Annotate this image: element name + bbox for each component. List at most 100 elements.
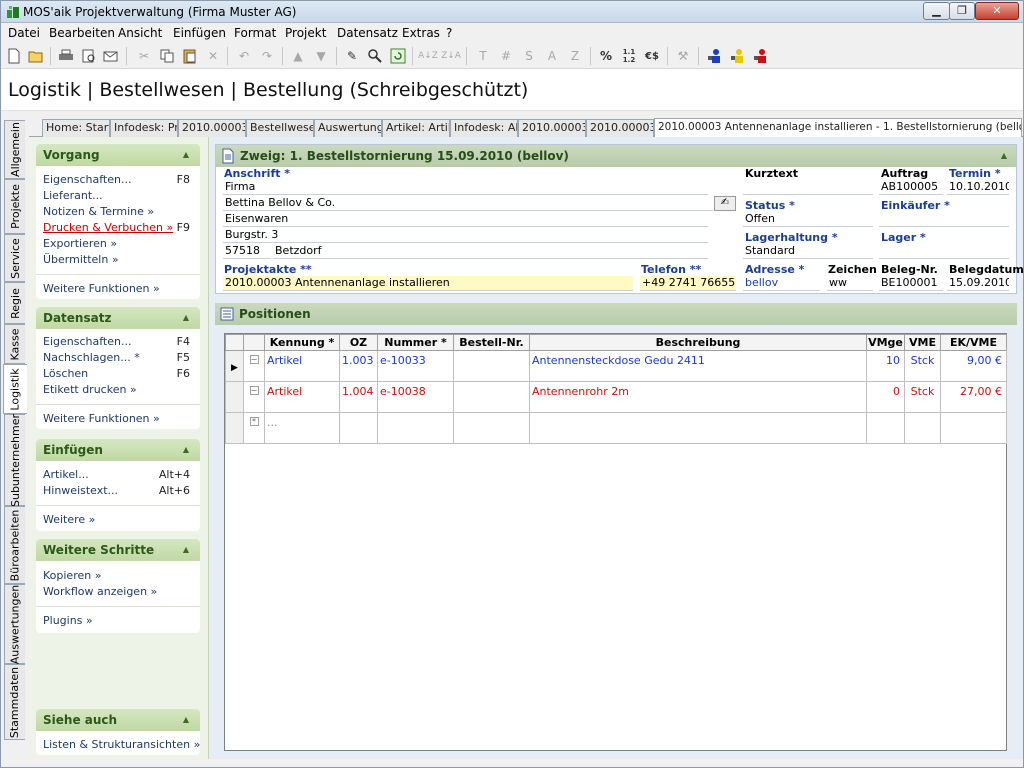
cell-empty[interactable] (866, 412, 905, 444)
column-oz[interactable]: OZ (339, 334, 378, 351)
maximize-button[interactable]: ❐ (949, 2, 975, 20)
action-kopieren[interactable]: Kopieren » (36, 568, 200, 584)
print-icon[interactable] (56, 46, 76, 66)
cell-bestell-nr[interactable] (453, 350, 530, 382)
doc-tab[interactable]: 2010.00003 (518, 119, 586, 137)
plz-field[interactable]: 57518 (223, 244, 271, 259)
row-expander[interactable]: − (243, 381, 265, 413)
cell-empty[interactable] (377, 412, 454, 444)
print-preview-icon[interactable] (79, 46, 99, 66)
redo-icon[interactable]: ↷ (257, 46, 277, 66)
vtab-stammdaten[interactable]: Stammdaten (4, 664, 25, 740)
cell-empty[interactable] (339, 412, 378, 444)
telefon-field[interactable]: +49 2741 76655 (640, 276, 736, 291)
vtab-bueroarbeiten[interactable]: Büroarbeiten (4, 506, 25, 584)
cell-beschreibung[interactable]: Antennensteckdose Gedu 2411 (529, 350, 867, 382)
section-header[interactable]: Zweig: 1. Bestellstornierung 15.09.2010 … (216, 145, 1016, 167)
vtab-subunternehmer[interactable]: Subunternehmer (4, 413, 25, 507)
status-field[interactable]: Offen (743, 212, 873, 227)
search-icon[interactable] (365, 46, 385, 66)
collapse-icon[interactable]: ▲ (180, 312, 192, 324)
column-beschreibung[interactable]: Beschreibung (529, 334, 867, 351)
cell-bestell-nr[interactable] (453, 381, 530, 413)
delete-icon[interactable]: ✕ (203, 46, 223, 66)
tools-icon[interactable]: ⚒ (673, 46, 693, 66)
row-selector[interactable] (225, 381, 244, 413)
cell-vmge[interactable]: 10 (866, 350, 905, 382)
cell-oz[interactable]: 1.003 (339, 350, 378, 382)
sort-asc-icon[interactable]: A↓Z (418, 46, 438, 66)
action-eigenschaften[interactable]: Eigenschaften... F8 (36, 172, 200, 188)
Z-icon[interactable]: Z (565, 46, 585, 66)
text-T-icon[interactable]: T (473, 46, 493, 66)
panel-header[interactable]: Siehe auch ▲ (36, 709, 200, 731)
row-expander[interactable]: * (243, 412, 265, 444)
vtab-projekte[interactable]: Projekte (4, 179, 25, 234)
new-icon[interactable] (4, 46, 24, 66)
cell-empty[interactable] (940, 412, 1007, 444)
column-bestell-nr[interactable]: Bestell-Nr. (453, 334, 530, 351)
new-row[interactable]: * ... (225, 412, 1007, 444)
cell-new[interactable]: ... (264, 412, 340, 444)
users-blue-icon[interactable] (704, 46, 724, 66)
doc-tab[interactable]: 2010.00003 (586, 119, 654, 137)
collapse-icon[interactable]: ▲ (180, 444, 192, 456)
percent-icon[interactable]: % (596, 46, 616, 66)
doc-tab[interactable]: Auswertung (314, 119, 382, 137)
collapse-icon[interactable]: ▲ (180, 149, 192, 161)
edit-icon[interactable]: ✎ (342, 46, 362, 66)
action-nachschlagen[interactable]: Nachschlagen... * F5 (36, 350, 200, 366)
cell-empty[interactable] (904, 412, 941, 444)
cell-nummer[interactable]: e-10038 (377, 381, 454, 413)
cut-icon[interactable]: ✂ (134, 46, 154, 66)
cell-empty[interactable] (529, 412, 867, 444)
address-line-3[interactable]: Eisenwaren (223, 212, 708, 227)
panel-header[interactable]: Einfügen ▲ (36, 439, 200, 461)
table-row[interactable]: − Artikel 1.004 e-10038 Antennenrohr 2m … (225, 381, 1007, 413)
cell-ek-vme[interactable]: 9,00 € (940, 350, 1007, 382)
panel-header[interactable]: Weitere Schritte ▲ (36, 539, 200, 561)
action-etikett-drucken[interactable]: Etikett drucken » (36, 382, 200, 398)
cell-empty[interactable] (453, 412, 530, 444)
minimize-button[interactable]: ▁ (923, 2, 950, 20)
cell-kennung[interactable]: Artikel (264, 381, 340, 413)
row-selector[interactable] (225, 412, 244, 444)
doc-tab[interactable]: Infodesk: Al (450, 119, 518, 137)
cell-vme[interactable]: Stck (904, 350, 941, 382)
cell-oz[interactable]: 1.004 (339, 381, 378, 413)
column-nummer[interactable]: Nummer * (377, 334, 454, 351)
row-expander[interactable]: − (243, 350, 265, 382)
action-uebermitteln[interactable]: Übermitteln » (36, 252, 200, 268)
lagerhaltung-field[interactable]: Standard (743, 244, 873, 259)
doc-tab-active[interactable]: 2010.00003 Antennenanlage installieren -… (654, 118, 1022, 138)
zeichen-field[interactable]: ww (827, 276, 873, 291)
move-up-icon[interactable]: ▲ (288, 46, 308, 66)
action-hinweistext[interactable]: Hinweistext... Alt+6 (36, 483, 200, 499)
cell-kennung[interactable]: Artikel (264, 350, 340, 382)
users-yellow-icon[interactable] (727, 46, 747, 66)
menu-format[interactable]: Format (234, 26, 276, 40)
action-workflow-anzeigen[interactable]: Workflow anzeigen » (36, 584, 200, 600)
refresh-icon[interactable] (388, 46, 408, 66)
column-ek-vme[interactable]: EK/VME (940, 334, 1007, 351)
action-notizen-termine[interactable]: Notizen & Termine » (36, 204, 200, 220)
einkaeufer-field[interactable] (879, 212, 1009, 227)
A-icon[interactable]: A (542, 46, 562, 66)
projektakte-field[interactable]: 2010.00003 Antennenanlage installieren (223, 276, 633, 291)
send-icon[interactable] (101, 46, 121, 66)
ort-field[interactable]: Betzdorf (273, 244, 708, 259)
belegdatum-field[interactable]: 15.09.2010 (947, 276, 1009, 291)
vtab-regie[interactable]: Regie (4, 282, 25, 324)
address-line-1[interactable]: Firma (223, 180, 708, 195)
auftrag-field[interactable]: AB100005 (879, 180, 943, 195)
menu-extras[interactable]: Extras (402, 26, 440, 40)
cell-vmge[interactable]: 0 (866, 381, 905, 413)
action-listen-strukturansichten[interactable]: Listen & Strukturansichten » (36, 737, 200, 753)
collapse-icon[interactable]: ▲ (998, 150, 1010, 162)
address-line-4[interactable]: Burgstr. 3 (223, 228, 708, 243)
section-header[interactable]: Positionen (215, 303, 1017, 325)
action-weitere-funktionen[interactable]: Weitere Funktionen » (36, 411, 200, 427)
S-icon[interactable]: S (519, 46, 539, 66)
copy-icon[interactable] (157, 46, 177, 66)
calc-icon[interactable]: 1.1 1.2 (619, 46, 639, 66)
